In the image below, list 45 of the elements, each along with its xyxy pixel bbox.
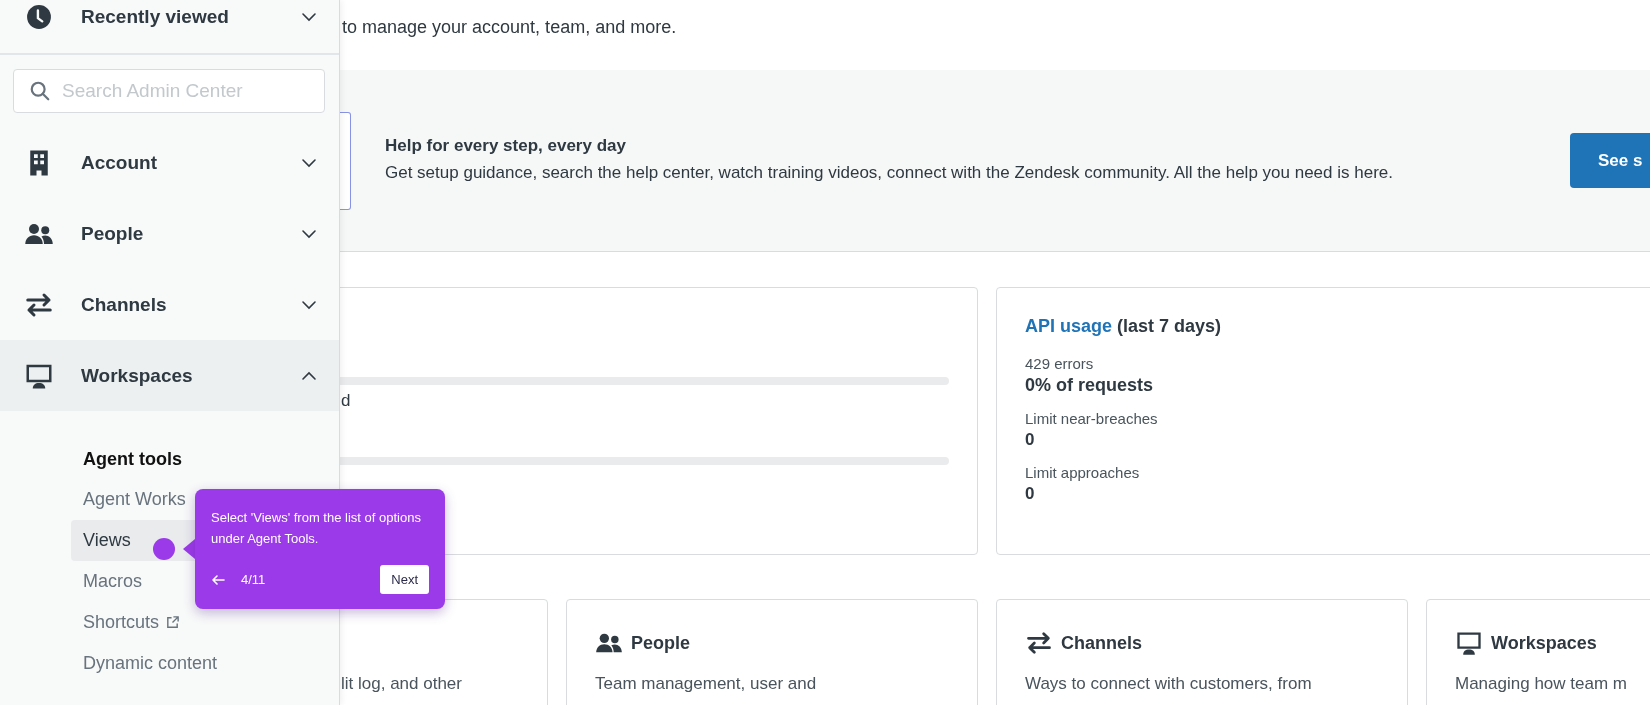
- category-card[interactable]: Channels Ways to connect with customers, from: [996, 599, 1408, 705]
- clock-icon: [26, 4, 52, 30]
- category-text: Managing how team m: [1455, 674, 1628, 694]
- stat-label: 429 errors: [1025, 354, 1095, 374]
- nav-item[interactable]: Workspaces: [0, 340, 339, 411]
- stat-value: 0: [1025, 430, 1036, 450]
- stat-value: 0: [1025, 484, 1036, 504]
- category-text: lit log, and other: [340, 674, 463, 694]
- swap-arrows-icon: [1025, 629, 1053, 657]
- api-usage-link[interactable]: API usage: [1025, 316, 1113, 336]
- next-button[interactable]: Next: [380, 565, 429, 594]
- category-title: People: [631, 632, 691, 654]
- stat-value: 0% of requests: [1025, 375, 1155, 396]
- nav-subitem[interactable]: Dynamic content: [71, 643, 285, 684]
- text-fragment: d: [341, 390, 352, 411]
- chevron-up-icon: [301, 370, 317, 381]
- banner-text: Get setup guidance, search the help center, watch training videos, connect with the Zendesk community. All the help you need is here.: [385, 162, 1394, 184]
- category-text: Team management, user and: [595, 674, 818, 694]
- external-link-icon: [165, 615, 181, 630]
- chevron-down-icon: [301, 157, 317, 168]
- category-card[interactable]: People Team management, user and: [566, 599, 978, 705]
- stat-label: Limit near-breaches: [1025, 409, 1159, 429]
- nav-item[interactable]: People: [0, 198, 339, 269]
- category-text: Ways to connect with customers, from: [1025, 674, 1313, 694]
- step-counter: 4/11: [241, 572, 266, 587]
- nav-subitem[interactable]: Shortcuts: [71, 602, 285, 643]
- chevron-down-icon: [301, 228, 317, 239]
- banner-title: Help for every step, every day: [385, 136, 627, 156]
- stat-label: Limit approaches: [1025, 463, 1141, 483]
- group-heading: Agent tools: [82, 449, 183, 471]
- category-title: Workspaces: [1491, 632, 1597, 654]
- nav-item[interactable]: Channels: [0, 269, 339, 340]
- nav-item[interactable]: Recently viewed: [0, 0, 339, 34]
- search-field[interactable]: Search Admin Center: [13, 69, 325, 113]
- category-card[interactable]: lit log, and other: [340, 599, 548, 705]
- chevron-down-icon: [301, 12, 317, 22]
- chevron-down-icon: [301, 299, 317, 310]
- category-card[interactable]: Workspaces Managing how team m: [1426, 599, 1650, 705]
- intro-text: to manage your account, team, and more.: [341, 16, 678, 39]
- nav-item[interactable]: Account: [0, 127, 339, 198]
- card-title: (last 7 days): [1117, 316, 1222, 336]
- see-button[interactable]: See s: [1570, 133, 1650, 188]
- back-arrow-icon[interactable]: [211, 573, 225, 586]
- category-title: Channels: [1061, 632, 1143, 654]
- search-icon: [29, 80, 51, 102]
